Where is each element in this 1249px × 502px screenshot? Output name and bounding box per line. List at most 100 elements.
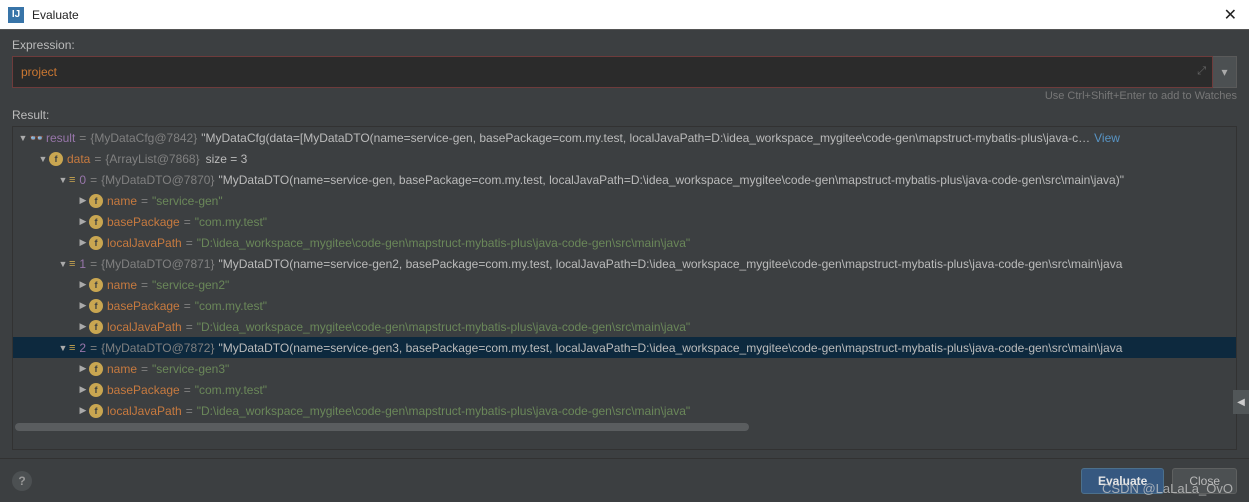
chevron-right-icon[interactable]: ▶ — [77, 321, 89, 332]
field-icon: f — [89, 362, 103, 376]
result-label: Result: — [12, 108, 1237, 122]
tree-row-result[interactable]: ▼ 👓 result = {MyDataCfg@7842} "MyDataCfg… — [13, 127, 1236, 148]
field-label: name — [107, 278, 137, 292]
chevron-down-icon[interactable]: ▼ — [57, 175, 69, 185]
item-index: 0 — [79, 173, 86, 187]
equals: = — [141, 194, 148, 208]
field-icon: f — [89, 383, 103, 397]
field-label: basePackage — [107, 383, 180, 397]
tree-row-field[interactable]: ▶ f name = "service-gen" — [13, 190, 1236, 211]
expression-dropdown[interactable]: ▾ — [1213, 56, 1237, 88]
var-value: "MyDataCfg(data=[MyDataDTO(name=service-… — [201, 131, 1090, 145]
chevron-down-icon[interactable]: ▼ — [57, 259, 69, 269]
equals: = — [90, 257, 97, 271]
chevron-down-icon[interactable]: ▼ — [37, 154, 49, 164]
field-icon: f — [89, 194, 103, 208]
watermark: CSDN @LaLaLa_OvO — [1102, 481, 1233, 496]
chevron-down-icon[interactable]: ▼ — [17, 133, 29, 143]
item-index: 2 — [79, 341, 86, 355]
chevron-right-icon[interactable]: ▶ — [77, 195, 89, 206]
field-value: "D:\idea_workspace_mygitee\code-gen\maps… — [197, 404, 690, 418]
titlebar: IJ Evaluate ✕ — [0, 0, 1249, 30]
help-button[interactable]: ? — [12, 471, 32, 491]
equals: = — [90, 173, 97, 187]
equals: = — [184, 383, 191, 397]
tree-row-field[interactable]: ▶ f name = "service-gen2" — [13, 274, 1236, 295]
expand-icon[interactable]: ⤢ — [1197, 65, 1206, 78]
glasses-icon: 👓 — [29, 131, 44, 145]
view-link[interactable]: View — [1094, 131, 1120, 145]
item-type: {MyDataDTO@7872} — [101, 341, 214, 355]
var-name: result — [46, 131, 75, 145]
window-title: Evaluate — [32, 8, 1220, 22]
equals: = — [186, 404, 193, 418]
tree-row-field[interactable]: ▶ f basePackage = "com.my.test" — [13, 379, 1236, 400]
tree-row-data[interactable]: ▼ f data = {ArrayList@7868} size = 3 — [13, 148, 1236, 169]
field-value: "service-gen" — [152, 194, 223, 208]
field-value: "service-gen3" — [152, 362, 229, 376]
hint-text: Use Ctrl+Shift+Enter to add to Watches — [12, 90, 1237, 102]
tree-row-field[interactable]: ▶ f basePackage = "com.my.test" — [13, 211, 1236, 232]
item-value: "MyDataDTO(name=service-gen2, basePackag… — [218, 257, 1122, 271]
item-type: {MyDataDTO@7871} — [101, 257, 214, 271]
side-chevron-icon[interactable]: ◀ — [1233, 390, 1249, 414]
expression-label: Expression: — [12, 38, 1237, 52]
expression-input[interactable]: project ⤢ — [12, 56, 1213, 88]
expression-value: project — [21, 65, 57, 79]
tree-row-item[interactable]: ▼ ≡ 2 = {MyDataDTO@7872} "MyDataDTO(name… — [13, 337, 1236, 358]
equals: = — [184, 299, 191, 313]
equals: = — [94, 152, 101, 166]
chevron-right-icon[interactable]: ▶ — [77, 405, 89, 416]
chevron-right-icon[interactable]: ▶ — [77, 384, 89, 395]
tree-row-item[interactable]: ▼ ≡ 0 = {MyDataDTO@7870} "MyDataDTO(name… — [13, 169, 1236, 190]
field-value: "com.my.test" — [195, 215, 267, 229]
tree-row-field[interactable]: ▶ f basePackage = "com.my.test" — [13, 295, 1236, 316]
expression-row: project ⤢ ▾ — [12, 56, 1237, 88]
field-value: "D:\idea_workspace_mygitee\code-gen\maps… — [197, 320, 690, 334]
equals: = — [90, 341, 97, 355]
equals: = — [184, 215, 191, 229]
item-value: "MyDataDTO(name=service-gen, basePackage… — [218, 173, 1123, 187]
scrollbar-thumb[interactable] — [15, 423, 749, 431]
tree-row-item[interactable]: ▼ ≡ 1 = {MyDataDTO@7871} "MyDataDTO(name… — [13, 253, 1236, 274]
field-label: localJavaPath — [107, 320, 182, 334]
field-icon: f — [89, 215, 103, 229]
chevron-right-icon[interactable]: ▶ — [77, 237, 89, 248]
chevron-down-icon[interactable]: ▼ — [57, 343, 69, 353]
equals: = — [141, 278, 148, 292]
result-tree[interactable]: ▼ 👓 result = {MyDataCfg@7842} "MyDataCfg… — [12, 126, 1237, 450]
field-label: localJavaPath — [107, 236, 182, 250]
equals-icon: ≡ — [69, 174, 75, 186]
equals: = — [79, 131, 86, 145]
chevron-right-icon[interactable]: ▶ — [77, 279, 89, 290]
chevron-right-icon[interactable]: ▶ — [77, 300, 89, 311]
field-icon: f — [89, 320, 103, 334]
field-value: "service-gen2" — [152, 278, 229, 292]
tree-row-field[interactable]: ▶ f localJavaPath = "D:\idea_workspace_m… — [13, 400, 1236, 421]
field-label: localJavaPath — [107, 404, 182, 418]
horizontal-scrollbar[interactable] — [13, 423, 1236, 433]
field-value: "com.my.test" — [195, 299, 267, 313]
tree-row-field[interactable]: ▶ f name = "service-gen3" — [13, 358, 1236, 379]
equals: = — [186, 236, 193, 250]
var-type: {MyDataCfg@7842} — [90, 131, 197, 145]
field-label: name — [107, 362, 137, 376]
item-type: {MyDataDTO@7870} — [101, 173, 214, 187]
field-label: basePackage — [107, 299, 180, 313]
field-icon: f — [89, 278, 103, 292]
field-value: "D:\idea_workspace_mygitee\code-gen\maps… — [197, 236, 690, 250]
evaluate-window: IJ Evaluate ✕ Expression: project ⤢ ▾ Us… — [0, 0, 1249, 502]
tree-row-field[interactable]: ▶ f localJavaPath = "D:\idea_workspace_m… — [13, 232, 1236, 253]
app-icon: IJ — [8, 7, 24, 23]
field-label: basePackage — [107, 215, 180, 229]
content-area: Expression: project ⤢ ▾ Use Ctrl+Shift+E… — [0, 30, 1249, 458]
field-name: data — [67, 152, 90, 166]
field-value: "com.my.test" — [195, 383, 267, 397]
chevron-right-icon[interactable]: ▶ — [77, 363, 89, 374]
equals: = — [141, 362, 148, 376]
chevron-right-icon[interactable]: ▶ — [77, 216, 89, 227]
equals-icon: ≡ — [69, 342, 75, 354]
tree-row-field[interactable]: ▶ f localJavaPath = "D:\idea_workspace_m… — [13, 316, 1236, 337]
field-icon: f — [89, 299, 103, 313]
close-icon[interactable]: ✕ — [1220, 5, 1241, 25]
